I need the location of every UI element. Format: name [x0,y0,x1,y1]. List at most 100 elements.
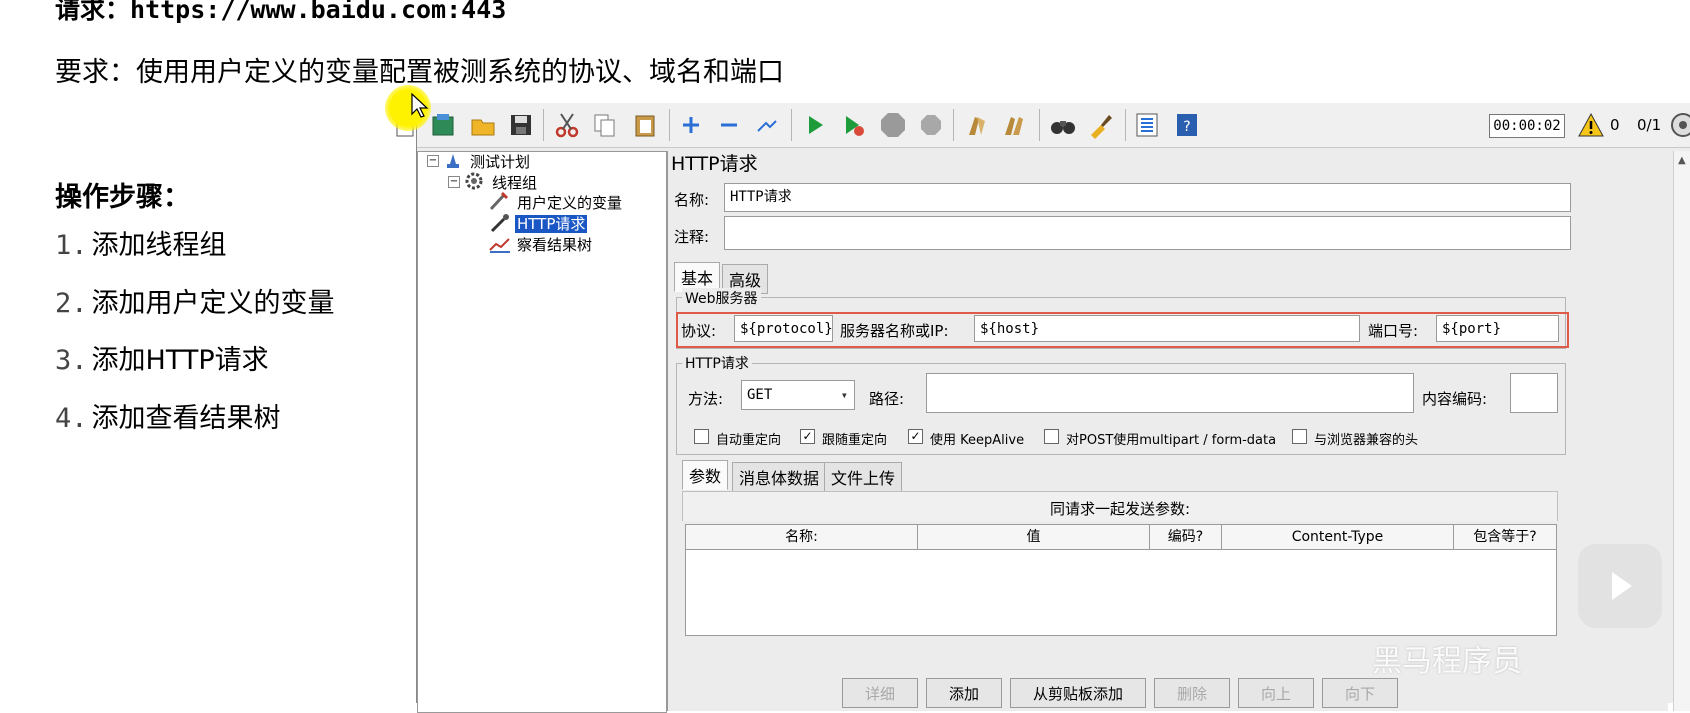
collapse-icon[interactable] [715,111,743,139]
col-header-name[interactable]: 名称: [686,525,918,550]
add-from-clipboard-button[interactable]: 从剪贴板添加 [1010,678,1146,708]
active-threads: 0/1 [1637,116,1662,134]
tab-body-data[interactable]: 消息体数据 [732,462,827,492]
add-button[interactable]: 添加 [926,678,1002,708]
col-header-value[interactable]: 值 [918,525,1150,550]
clear-all-icon[interactable] [1001,111,1029,139]
toolbar-separator [1039,109,1040,141]
step-2: 2. 添加用户定义的变量 [55,281,335,320]
start-icon[interactable] [801,111,829,139]
browser-headers-checkbox[interactable] [1292,429,1307,444]
auto-redirect-checkbox[interactable] [694,429,709,444]
toggle-icon[interactable] [753,111,781,139]
expand-icon[interactable] [677,111,705,139]
toolbar-separator [953,109,954,141]
col-header-content-type[interactable]: Content-Type [1222,525,1454,550]
path-label: 路径: [869,390,905,408]
method-value: GET [747,387,773,403]
step-text: 添加线程组 [91,230,227,261]
method-label: 方法: [688,390,724,408]
search-icon[interactable] [1049,111,1077,139]
error-count: 0 [1610,116,1620,134]
function-helper-icon[interactable] [1133,111,1161,139]
step-number: 2. [55,288,88,319]
server-label: 服务器名称或IP: [840,322,949,340]
stop-icon[interactable] [879,111,907,139]
copy-icon[interactable] [591,111,619,139]
reset-search-icon[interactable] [1087,111,1115,139]
remote-status-icon [1671,113,1690,137]
open-icon[interactable] [469,111,497,139]
request-url: https://www.baidu.com:443 [130,0,507,24]
encoding-label: 内容编码: [1422,390,1488,408]
panel-title: HTTP请求 [671,153,758,175]
tree-node-result-tree[interactable]: 察看结果树 [517,234,592,255]
follow-redirect-label: 跟随重定向 [822,433,888,448]
port-label: 端口号: [1368,322,1419,340]
tree-node-test-plan[interactable]: 测试计划 [470,151,530,172]
move-up-button[interactable]: 向上 [1238,678,1314,708]
step-text: 添加查看结果树 [91,403,281,434]
play-icon [1612,572,1632,600]
step-number: 3. [55,345,88,376]
encoding-input[interactable] [1510,373,1558,413]
name-input[interactable]: HTTP请求 [724,183,1571,212]
paste-icon[interactable] [631,111,659,139]
toolbar-separator [543,109,544,141]
toolbar-separator [1125,109,1126,141]
method-select[interactable]: GET ▾ [741,380,855,410]
help-icon[interactable]: ? [1173,111,1201,139]
protocol-input[interactable]: ${protocol} [734,315,833,342]
toolbar-separator [669,109,670,141]
tab-file-upload[interactable]: 文件上传 [824,462,903,492]
elapsed-timer: 00:00:02 [1489,114,1565,138]
step-number: 4. [55,403,88,434]
steps-title: 操作步骤： [55,182,190,213]
save-icon[interactable] [507,111,535,139]
comment-label: 注释: [674,228,710,246]
keepalive-label: 使用 KeepAlive [930,433,1025,448]
cut-icon[interactable] [553,111,581,139]
step-4: 4. 添加查看结果树 [55,396,281,435]
port-input[interactable]: ${port} [1436,315,1559,342]
tree-node-label: HTTP请求 [515,215,588,233]
shutdown-icon[interactable] [917,111,945,139]
templates-icon[interactable] [429,111,457,139]
chevron-down-icon: ▾ [840,388,848,402]
multipart-checkbox[interactable] [1044,429,1059,444]
server-input[interactable]: ${host} [974,315,1360,342]
vertical-scrollbar[interactable]: ▲ [1673,151,1690,711]
collapse-thread-group-toggle[interactable]: − [448,176,460,188]
col-header-encode[interactable]: 编码? [1150,525,1222,550]
test-plan-tree: − 测试计划 − 线程组 用户定义的变量 HTTP请求 察看结果树 [417,151,667,713]
keepalive-checkbox[interactable]: ✓ [908,429,923,444]
delete-button[interactable]: 删除 [1154,678,1230,708]
warning-icon[interactable] [1577,111,1605,139]
web-server-group-title: Web服务器 [682,288,761,308]
step-number: 1. [55,230,88,261]
clear-icon[interactable] [963,111,991,139]
tab-parameters[interactable]: 参数 [682,460,729,490]
path-input[interactable] [926,373,1414,413]
details-button[interactable]: 详细 [842,678,918,708]
http-request-panel: HTTP请求 名称: HTTP请求 注释: 基本 高级 Web服务器 协议: $… [667,151,1668,711]
scroll-up-arrow-icon[interactable]: ▲ [1678,155,1686,166]
start-no-pause-icon[interactable] [839,111,867,139]
collapse-root-toggle[interactable]: − [427,155,439,167]
follow-redirect-checkbox[interactable]: ✓ [800,429,815,444]
col-header-include-equals[interactable]: 包含等于? [1454,525,1556,550]
wrench-icon [489,191,509,211]
params-table[interactable]: 名称: 值 编码? Content-Type 包含等于? [685,524,1557,636]
tree-node-http-request[interactable]: HTTP请求 [515,213,588,234]
http-request-group-title: HTTP请求 [682,353,752,373]
gear-icon [465,172,483,190]
auto-redirect-label: 自动重定向 [716,433,782,448]
move-down-button[interactable]: 向下 [1322,678,1398,708]
chart-icon [489,238,510,253]
tree-node-user-variables[interactable]: 用户定义的变量 [517,192,622,213]
multipart-label: 对POST使用multipart / form-data [1066,433,1277,448]
browser-headers-label: 与浏览器兼容的头 [1314,433,1419,448]
comment-input[interactable] [724,216,1571,250]
tree-node-label: 用户定义的变量 [517,194,623,212]
protocol-label: 协议: [681,322,717,340]
